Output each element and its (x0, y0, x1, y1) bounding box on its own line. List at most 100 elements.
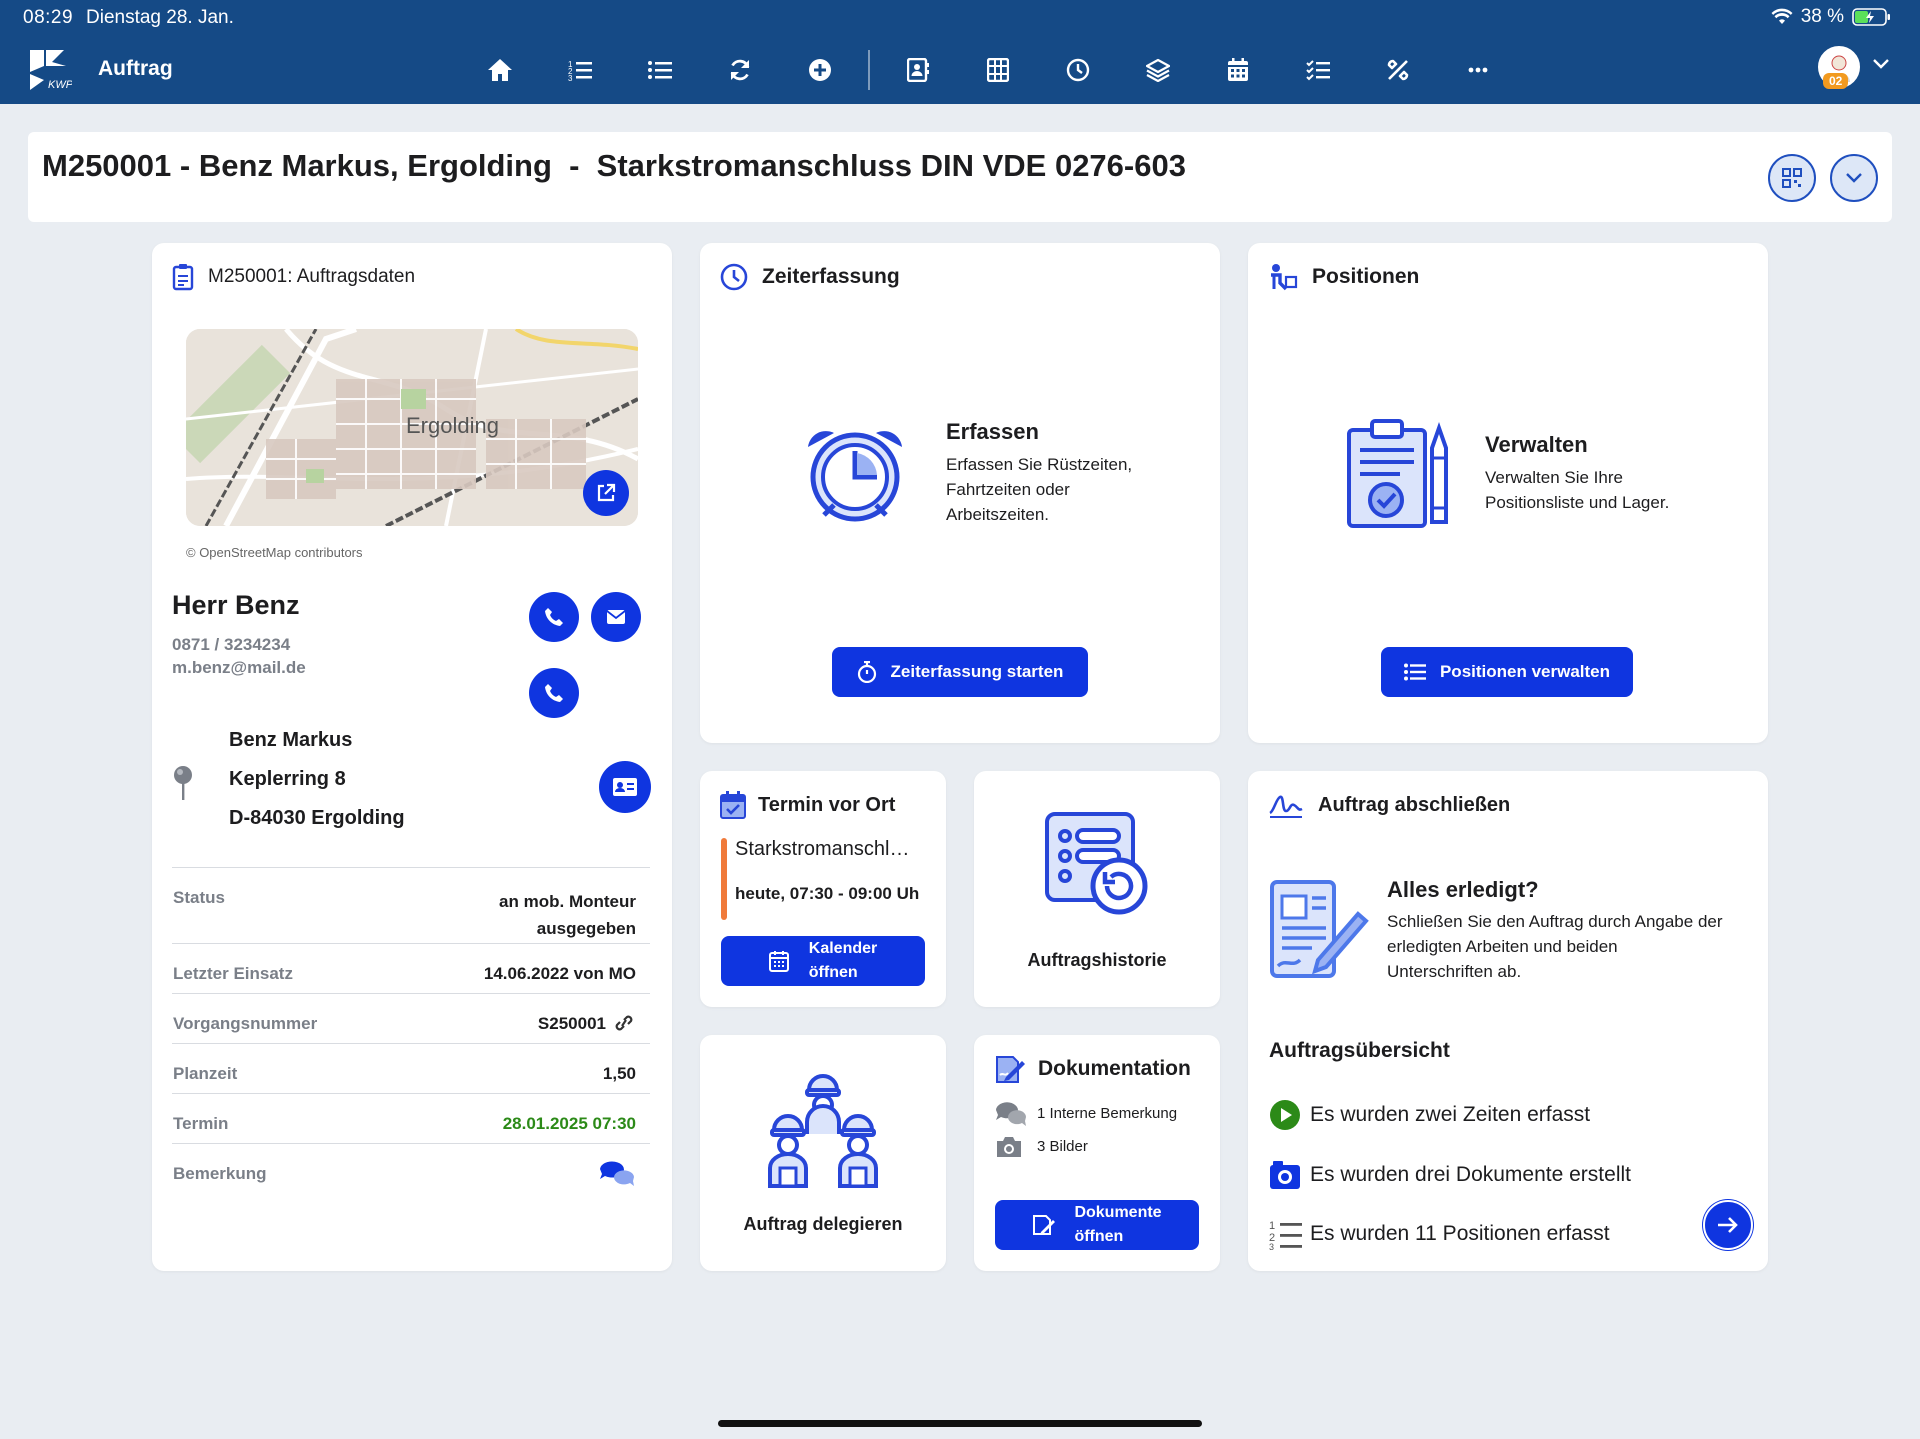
checklist-icon[interactable] (1278, 48, 1358, 92)
map-view[interactable]: Ergolding (186, 329, 638, 526)
manage-positions-button[interactable]: Positionen verwalten (1381, 647, 1633, 697)
detail-value: 28.01.2025 07:30 (502, 1114, 636, 1133)
email-button[interactable] (591, 592, 641, 642)
qr-code-button[interactable] (1768, 154, 1816, 202)
kwp-logo: KWP (30, 50, 72, 91)
call-mobile-button[interactable] (529, 668, 579, 718)
status-date: Dienstag 28. Jan. (86, 7, 234, 28)
top-bar: 08:29 Dienstag 28. Jan. 38 % KWP Auftrag… (0, 0, 1920, 104)
clipboard-icon (172, 264, 194, 291)
contact-card-icon[interactable] (878, 48, 958, 92)
call-button[interactable] (529, 592, 579, 642)
address-name: Benz Markus (229, 729, 353, 751)
home-indicator[interactable] (718, 1420, 1202, 1427)
add-circle-icon[interactable] (780, 48, 860, 92)
finish-heading: Alles erledigt? (1387, 877, 1539, 902)
id-card-icon (613, 778, 637, 796)
phone-icon (545, 608, 563, 626)
order-title-bar: M250001 - Benz Markus, Ergolding - Stark… (28, 132, 1892, 222)
open-documents-button[interactable]: Dokumente öffnen (995, 1200, 1199, 1250)
status-indicators: 38 % (1771, 6, 1892, 28)
order-data-title: M250001: Auftragsdaten (208, 266, 416, 287)
appointment-color-bar (721, 838, 727, 920)
detail-label: Letzter Einsatz (173, 964, 293, 983)
link-icon[interactable] (612, 1013, 636, 1033)
contact-card-button[interactable] (599, 761, 651, 813)
time-description: Erfassen Sie Rüstzeiten, Fahrtzeiten ode… (946, 455, 1133, 524)
calendar-icon[interactable] (1198, 48, 1278, 92)
start-time-tracking-label: Zeiterfassung starten (890, 662, 1064, 681)
more-icon[interactable] (1438, 48, 1518, 92)
contact-email[interactable]: m.benz@mail.de (172, 658, 306, 678)
svg-text:1: 1 (1269, 1220, 1275, 1232)
comments-icon[interactable] (598, 1159, 636, 1189)
appointment-time: heute, 07:30 - 09:00 Uh (735, 884, 920, 903)
user-badge: 02 (1823, 73, 1849, 89)
numbered-list-icon[interactable]: 123 (540, 48, 620, 92)
phone-icon (545, 684, 563, 702)
app-title: Auftrag (98, 57, 173, 80)
arrow-right-icon (1718, 1217, 1738, 1233)
overview-item-times: Es wurden zwei Zeiten erfasst (1310, 1103, 1591, 1126)
positions-heading: Verwalten (1485, 432, 1588, 457)
qr-code-icon (1782, 168, 1802, 188)
detail-value[interactable]: S250001 (538, 1014, 606, 1034)
appointment-subject: Starkstromanschl… (735, 838, 910, 860)
clock-icon[interactable] (1038, 48, 1118, 92)
tools-icon[interactable] (1358, 48, 1438, 92)
images-count: 3 Bilder (1037, 1138, 1088, 1155)
detail-label: Status (173, 888, 225, 907)
address-city: D-84030 Ergolding (229, 807, 405, 829)
toolbar-divider (868, 50, 870, 90)
time-tracking-title: Zeiterfassung (762, 265, 900, 288)
positions-header: Positionen (1268, 263, 1419, 291)
detail-value: 14.06.2022 von MO (483, 964, 636, 983)
team-workers-icon (768, 1074, 878, 1188)
signature-icon (1269, 795, 1303, 818)
status-time: 08:29 (23, 7, 74, 28)
external-link-icon (597, 483, 616, 502)
calendar-icon (768, 951, 789, 972)
finish-order-card (1248, 771, 1768, 1271)
detail-row-status: Status an mob. Monteur ausgegeben (172, 867, 650, 943)
open-map-button[interactable] (583, 470, 629, 516)
sync-icon[interactable] (700, 48, 780, 92)
start-time-tracking-button[interactable]: Zeiterfassung starten (832, 647, 1088, 697)
open-documents-label: Dokumente öffnen (1074, 1204, 1162, 1245)
detail-value: an mob. Monteur ausgegeben (499, 892, 636, 938)
appointment-title: Termin vor Ort (758, 793, 896, 816)
delegate-label: Auftrag delegieren (743, 1214, 903, 1234)
camera-folder-icon (1270, 1161, 1300, 1189)
detail-row-last-assignment: Letzter Einsatz 14.06.2022 von MO (172, 943, 650, 993)
main-toolbar: 123 (460, 48, 1518, 92)
wifi-icon (1771, 8, 1793, 24)
map-credit: © OpenStreetMap contributors (186, 545, 363, 560)
detail-row-planned-time: Planzeit 1,50 (172, 1043, 650, 1093)
internal-remarks-count: 1 Interne Bemerkung (1037, 1105, 1178, 1122)
contact-name: Herr Benz (172, 590, 300, 620)
finish-order-header: Auftrag abschließen (1268, 791, 1510, 819)
home-icon[interactable] (460, 48, 540, 92)
finish-order-next-button[interactable] (1703, 1200, 1753, 1250)
layers-icon[interactable] (1118, 48, 1198, 92)
collapse-header-button[interactable] (1830, 154, 1878, 202)
detail-value: 1,50 (602, 1064, 636, 1083)
list-icon[interactable] (620, 48, 700, 92)
svg-text:3: 3 (568, 74, 573, 81)
open-calendar-button[interactable]: Kalender öffnen (721, 936, 925, 986)
chevron-down-icon (1846, 173, 1862, 183)
play-circle-icon (1270, 1100, 1300, 1130)
page-title: M250001 - Benz Markus, Ergolding - Stark… (42, 148, 1186, 183)
stopwatch-icon (857, 661, 876, 683)
contact-phone[interactable]: 0871 / 3234234 (172, 635, 290, 655)
documentation-title: Dokumentation (1038, 1057, 1191, 1080)
grid-icon[interactable] (958, 48, 1038, 92)
clipboard-check-icon (1347, 419, 1448, 528)
list-icon (1403, 663, 1426, 681)
chevron-down-icon[interactable] (1872, 58, 1890, 70)
svg-text:KWP: KWP (48, 79, 72, 91)
detail-row-remark: Bemerkung (172, 1143, 650, 1193)
clock-icon (720, 263, 748, 291)
documentation-header: Dokumentation (994, 1053, 1191, 1085)
detail-row-appointment: Termin 28.01.2025 07:30 (172, 1093, 650, 1143)
